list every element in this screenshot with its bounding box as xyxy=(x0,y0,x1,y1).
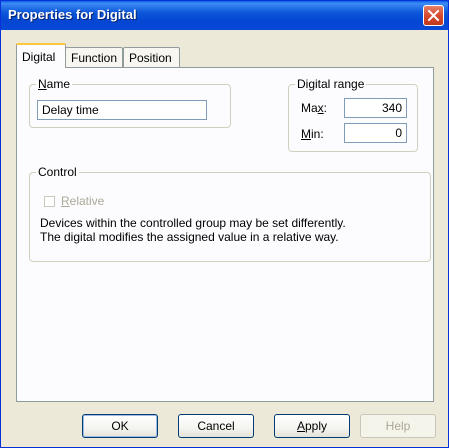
min-label: Min: xyxy=(301,127,324,141)
relative-checkbox-label: Relative xyxy=(61,194,105,208)
cancel-button[interactable]: Cancel xyxy=(178,414,254,438)
name-input[interactable]: Delay time xyxy=(37,100,207,120)
max-label: Max: xyxy=(301,101,328,115)
apply-button[interactable]: Apply xyxy=(274,414,350,438)
name-group-label: Name xyxy=(36,77,73,91)
window-title: Properties for Digital xyxy=(8,7,137,22)
tab-panel-digital: Name Delay time Digital range Max: 340 M… xyxy=(16,67,434,402)
control-description-line2: The digital modifies the assigned value … xyxy=(40,230,339,244)
control-groupbox: Control Relative Devices within the cont… xyxy=(29,165,431,262)
close-icon xyxy=(428,10,439,21)
control-group-label: Control xyxy=(36,165,79,179)
tab-position[interactable]: Position xyxy=(123,47,180,67)
tab-digital[interactable]: Digital xyxy=(16,43,66,68)
ok-button[interactable]: OK xyxy=(82,414,158,438)
tab-function[interactable]: Function xyxy=(65,47,123,67)
relative-checkbox[interactable] xyxy=(44,196,55,207)
max-input[interactable]: 340 xyxy=(344,98,407,118)
control-description-line1: Devices within the controlled group may … xyxy=(40,216,346,230)
properties-dialog: Properties for Digital Digital Function … xyxy=(0,0,449,448)
min-input[interactable]: 0 xyxy=(344,123,407,143)
name-groupbox: Name Delay time xyxy=(29,77,231,128)
help-button[interactable]: Help xyxy=(360,414,436,438)
title-bar[interactable]: Properties for Digital xyxy=(1,1,448,30)
close-button[interactable] xyxy=(423,5,444,26)
digital-range-label: Digital range xyxy=(295,77,367,91)
digital-range-groupbox: Digital range Max: 340 Min: 0 xyxy=(288,77,418,152)
